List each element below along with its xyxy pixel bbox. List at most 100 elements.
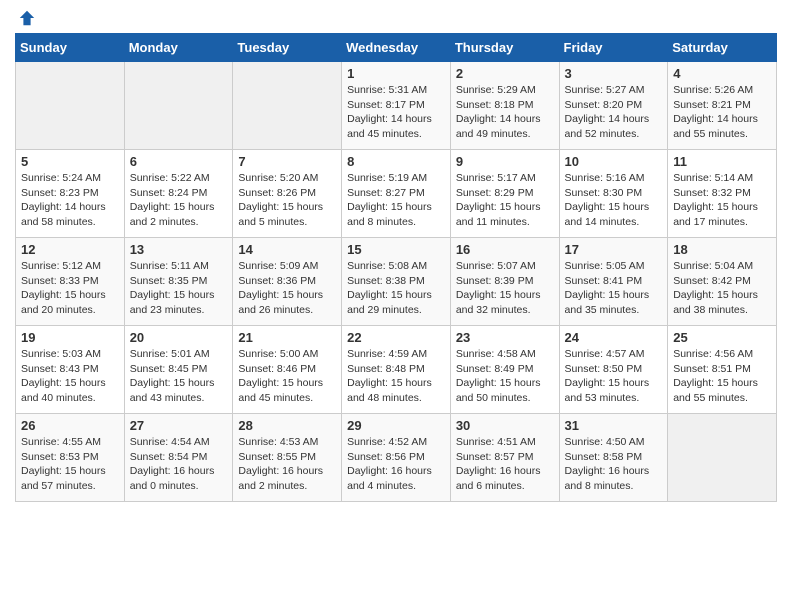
calendar-cell: 27 Sunrise: 4:54 AM Sunset: 8:54 PM Dayli… xyxy=(124,414,233,502)
day-info: Sunrise: 5:20 AM Sunset: 8:26 PM Dayligh… xyxy=(238,171,336,230)
weekday-header-saturday: Saturday xyxy=(668,34,777,62)
calendar-cell: 12 Sunrise: 5:12 AM Sunset: 8:33 PM Dayli… xyxy=(16,238,125,326)
calendar-cell: 30Sunrise: 4:51 AM Sunset: 8:57 PM Dayli… xyxy=(450,414,559,502)
day-info: Sunrise: 5:31 AM Sunset: 8:17 PM Dayligh… xyxy=(347,83,445,142)
day-info: Sunrise: 4:56 AM Sunset: 8:51 PM Dayligh… xyxy=(673,347,771,406)
calendar-cell: 18Sunrise: 5:04 AM Sunset: 8:42 PM Dayli… xyxy=(668,238,777,326)
day-number: 23 xyxy=(456,330,554,345)
calendar-cell xyxy=(668,414,777,502)
logo-icon xyxy=(18,9,36,27)
day-number: 12 xyxy=(21,242,119,257)
calendar-cell: 6 Sunrise: 5:22 AM Sunset: 8:24 PM Daylig… xyxy=(124,150,233,238)
day-info: Sunrise: 5:22 AM Sunset: 8:24 PM Dayligh… xyxy=(130,171,228,230)
day-number: 25 xyxy=(673,330,771,345)
weekday-header-friday: Friday xyxy=(559,34,668,62)
weekday-header-monday: Monday xyxy=(124,34,233,62)
day-info: Sunrise: 5:08 AM Sunset: 8:38 PM Dayligh… xyxy=(347,259,445,318)
day-info: Sunrise: 4:52 AM Sunset: 8:56 PM Dayligh… xyxy=(347,435,445,494)
day-number: 17 xyxy=(565,242,663,257)
day-info: Sunrise: 5:09 AM Sunset: 8:36 PM Dayligh… xyxy=(238,259,336,318)
day-info: Sunrise: 5:24 AM Sunset: 8:23 PM Dayligh… xyxy=(21,171,119,230)
day-number: 30 xyxy=(456,418,554,433)
calendar-cell: 28Sunrise: 4:53 AM Sunset: 8:55 PM Dayli… xyxy=(233,414,342,502)
day-number: 6 xyxy=(130,154,228,169)
day-number: 2 xyxy=(456,66,554,81)
day-info: Sunrise: 4:53 AM Sunset: 8:55 PM Dayligh… xyxy=(238,435,336,494)
day-info: Sunrise: 4:55 AM Sunset: 8:53 PM Dayligh… xyxy=(21,435,119,494)
calendar-cell: 24 Sunrise: 4:57 AM Sunset: 8:50 PM Dayli… xyxy=(559,326,668,414)
day-number: 27 xyxy=(130,418,228,433)
calendar-week-row: 12 Sunrise: 5:12 AM Sunset: 8:33 PM Dayli… xyxy=(16,238,777,326)
calendar-cell: 11Sunrise: 5:14 AM Sunset: 8:32 PM Dayli… xyxy=(668,150,777,238)
logo xyxy=(15,15,36,25)
day-number: 13 xyxy=(130,242,228,257)
day-info: Sunrise: 5:29 AM Sunset: 8:18 PM Dayligh… xyxy=(456,83,554,142)
day-number: 10 xyxy=(565,154,663,169)
day-info: Sunrise: 5:05 AM Sunset: 8:41 PM Dayligh… xyxy=(565,259,663,318)
calendar-cell: 1 Sunrise: 5:31 AM Sunset: 8:17 PM Daylig… xyxy=(342,62,451,150)
weekday-header-row: SundayMondayTuesdayWednesdayThursdayFrid… xyxy=(16,34,777,62)
calendar-cell: 29 Sunrise: 4:52 AM Sunset: 8:56 PM Dayli… xyxy=(342,414,451,502)
day-number: 14 xyxy=(238,242,336,257)
calendar-cell: 31Sunrise: 4:50 AM Sunset: 8:58 PM Dayli… xyxy=(559,414,668,502)
day-info: Sunrise: 5:11 AM Sunset: 8:35 PM Dayligh… xyxy=(130,259,228,318)
weekday-header-sunday: Sunday xyxy=(16,34,125,62)
day-info: Sunrise: 5:01 AM Sunset: 8:45 PM Dayligh… xyxy=(130,347,228,406)
calendar-week-row: 19 Sunrise: 5:03 AM Sunset: 8:43 PM Dayli… xyxy=(16,326,777,414)
day-info: Sunrise: 5:16 AM Sunset: 8:30 PM Dayligh… xyxy=(565,171,663,230)
day-info: Sunrise: 4:57 AM Sunset: 8:50 PM Dayligh… xyxy=(565,347,663,406)
day-number: 29 xyxy=(347,418,445,433)
calendar-cell: 19 Sunrise: 5:03 AM Sunset: 8:43 PM Dayli… xyxy=(16,326,125,414)
calendar-cell: 9 Sunrise: 5:17 AM Sunset: 8:29 PM Daylig… xyxy=(450,150,559,238)
weekday-header-tuesday: Tuesday xyxy=(233,34,342,62)
day-number: 18 xyxy=(673,242,771,257)
day-info: Sunrise: 4:59 AM Sunset: 8:48 PM Dayligh… xyxy=(347,347,445,406)
day-number: 22 xyxy=(347,330,445,345)
calendar-cell: 7 Sunrise: 5:20 AM Sunset: 8:26 PM Daylig… xyxy=(233,150,342,238)
day-info: Sunrise: 5:12 AM Sunset: 8:33 PM Dayligh… xyxy=(21,259,119,318)
day-number: 3 xyxy=(565,66,663,81)
day-number: 1 xyxy=(347,66,445,81)
day-number: 24 xyxy=(565,330,663,345)
day-info: Sunrise: 5:07 AM Sunset: 8:39 PM Dayligh… xyxy=(456,259,554,318)
calendar-cell: 16 Sunrise: 5:07 AM Sunset: 8:39 PM Dayli… xyxy=(450,238,559,326)
weekday-header-wednesday: Wednesday xyxy=(342,34,451,62)
day-info: Sunrise: 4:54 AM Sunset: 8:54 PM Dayligh… xyxy=(130,435,228,494)
calendar-cell: 3 Sunrise: 5:27 AM Sunset: 8:20 PM Daylig… xyxy=(559,62,668,150)
calendar-table: SundayMondayTuesdayWednesdayThursdayFrid… xyxy=(15,33,777,502)
day-number: 5 xyxy=(21,154,119,169)
calendar-cell: 21 Sunrise: 5:00 AM Sunset: 8:46 PM Dayli… xyxy=(233,326,342,414)
day-info: Sunrise: 5:19 AM Sunset: 8:27 PM Dayligh… xyxy=(347,171,445,230)
calendar-cell: 14 Sunrise: 5:09 AM Sunset: 8:36 PM Dayli… xyxy=(233,238,342,326)
day-number: 4 xyxy=(673,66,771,81)
day-info: Sunrise: 5:17 AM Sunset: 8:29 PM Dayligh… xyxy=(456,171,554,230)
calendar-cell: 8 Sunrise: 5:19 AM Sunset: 8:27 PM Daylig… xyxy=(342,150,451,238)
day-number: 7 xyxy=(238,154,336,169)
day-info: Sunrise: 5:14 AM Sunset: 8:32 PM Dayligh… xyxy=(673,171,771,230)
day-number: 21 xyxy=(238,330,336,345)
calendar-week-row: 5 Sunrise: 5:24 AM Sunset: 8:23 PM Daylig… xyxy=(16,150,777,238)
calendar-cell: 26Sunrise: 4:55 AM Sunset: 8:53 PM Dayli… xyxy=(16,414,125,502)
calendar-cell: 10 Sunrise: 5:16 AM Sunset: 8:30 PM Dayli… xyxy=(559,150,668,238)
calendar-week-row: 26Sunrise: 4:55 AM Sunset: 8:53 PM Dayli… xyxy=(16,414,777,502)
day-number: 15 xyxy=(347,242,445,257)
calendar-cell xyxy=(233,62,342,150)
calendar-cell: 17 Sunrise: 5:05 AM Sunset: 8:41 PM Dayli… xyxy=(559,238,668,326)
day-number: 19 xyxy=(21,330,119,345)
day-number: 31 xyxy=(565,418,663,433)
day-number: 20 xyxy=(130,330,228,345)
calendar-cell: 15 Sunrise: 5:08 AM Sunset: 8:38 PM Dayli… xyxy=(342,238,451,326)
calendar-cell: 23 Sunrise: 4:58 AM Sunset: 8:49 PM Dayli… xyxy=(450,326,559,414)
day-number: 9 xyxy=(456,154,554,169)
day-number: 8 xyxy=(347,154,445,169)
day-info: Sunrise: 5:27 AM Sunset: 8:20 PM Dayligh… xyxy=(565,83,663,142)
calendar-body: 1 Sunrise: 5:31 AM Sunset: 8:17 PM Daylig… xyxy=(16,62,777,502)
day-info: Sunrise: 4:58 AM Sunset: 8:49 PM Dayligh… xyxy=(456,347,554,406)
calendar-week-row: 1 Sunrise: 5:31 AM Sunset: 8:17 PM Daylig… xyxy=(16,62,777,150)
day-info: Sunrise: 5:00 AM Sunset: 8:46 PM Dayligh… xyxy=(238,347,336,406)
calendar-cell: 5 Sunrise: 5:24 AM Sunset: 8:23 PM Daylig… xyxy=(16,150,125,238)
day-number: 16 xyxy=(456,242,554,257)
calendar-cell: 25 Sunrise: 4:56 AM Sunset: 8:51 PM Dayli… xyxy=(668,326,777,414)
day-info: Sunrise: 5:03 AM Sunset: 8:43 PM Dayligh… xyxy=(21,347,119,406)
calendar-cell xyxy=(124,62,233,150)
